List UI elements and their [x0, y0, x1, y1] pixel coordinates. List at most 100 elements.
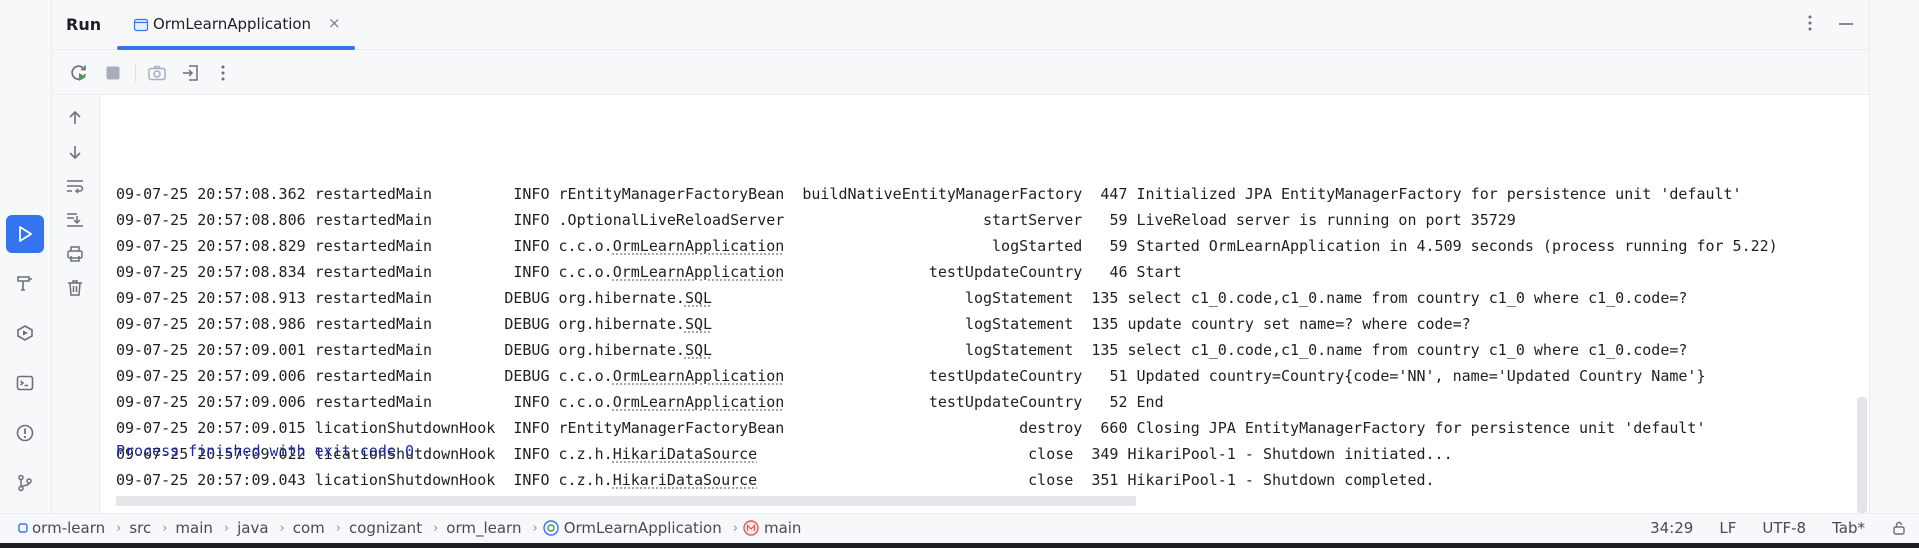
toolbar-divider	[135, 64, 136, 82]
log-line-number: 447	[1100, 185, 1128, 203]
log-logger: org.hibernate.	[558, 289, 685, 307]
log-thread: restartedMain	[314, 263, 433, 281]
breadcrumb-separator: ›	[223, 520, 230, 536]
breadcrumb-item[interactable]: OrmLearnApplication	[564, 519, 722, 537]
breadcrumb-item[interactable]: main	[175, 519, 212, 537]
log-logger-class-link[interactable]: HikariDataSource	[613, 445, 758, 463]
log-logger: c.c.o.	[558, 263, 613, 281]
print-button[interactable]	[64, 243, 86, 265]
log-method: testUpdateCountry	[928, 393, 1083, 411]
soft-wrap-button[interactable]	[64, 175, 86, 197]
log-logger-class-link[interactable]: OrmLearnApplication	[613, 263, 785, 281]
log-line-number: 46	[1109, 263, 1128, 281]
minimize-icon[interactable]	[1835, 12, 1857, 34]
scroll-down-button[interactable]	[64, 141, 86, 163]
exit-message: Process finished with exit code 0	[116, 442, 415, 460]
status-bar: orm-learn › src › main › java › com › cognizant › or…	[0, 513, 1919, 543]
services-tool-button[interactable]	[6, 314, 44, 352]
breadcrumb-item[interactable]: main	[764, 519, 801, 537]
log-row: 09-07-25 20:57:08.829 restartedMain INFO…	[116, 233, 1778, 259]
breadcrumb-separator: ›	[433, 520, 439, 536]
camera-icon	[148, 65, 166, 81]
trash-icon	[68, 280, 82, 296]
arrow-up-icon	[69, 110, 81, 124]
log-level: INFO	[513, 185, 550, 203]
log-level: INFO	[513, 211, 550, 229]
rerun-icon	[71, 65, 86, 81]
log-message: update country set name=? where code=?	[1127, 315, 1471, 333]
run-toolbar	[52, 50, 1869, 95]
build-tool-button[interactable]	[6, 264, 44, 302]
tab-orm-learn-application[interactable]: OrmLearnApplication ×	[117, 0, 355, 50]
breadcrumb-item[interactable]: orm-learn	[32, 519, 105, 537]
log-line-number: 59	[1109, 211, 1128, 229]
log-line-number: 349	[1091, 445, 1119, 463]
log-method: close	[1028, 471, 1074, 489]
close-icon[interactable]: ×	[328, 14, 341, 32]
log-logger-class-link[interactable]: SQL	[685, 315, 712, 333]
indent-setting[interactable]: Tab*	[1832, 519, 1865, 537]
log-message: LiveReload server is running on port 357…	[1136, 211, 1516, 229]
log-level: INFO	[513, 419, 550, 437]
vertical-scrollbar-thumb[interactable]	[1857, 397, 1867, 513]
rerun-button[interactable]	[68, 62, 90, 84]
log-thread: restartedMain	[314, 393, 433, 411]
method-icon	[743, 520, 759, 536]
right-tool-strip	[1869, 0, 1919, 513]
log-logger-class-link[interactable]: SQL	[685, 341, 712, 359]
exit-button[interactable]	[180, 62, 202, 84]
git-tool-button[interactable]	[6, 464, 44, 502]
log-date: 09-07-25 20:57:09.043	[116, 471, 306, 489]
log-row: 09-07-25 20:57:08.806 restartedMain INFO…	[116, 207, 1778, 233]
scroll-up-button[interactable]	[64, 107, 86, 129]
readonly-lock-icon[interactable]	[1891, 520, 1907, 536]
log-logger-class-link[interactable]: OrmLearnApplication	[613, 393, 785, 411]
log-method: buildNativeEntityManagerFactory	[802, 185, 1083, 203]
breadcrumb-item[interactable]: orm_learn	[446, 519, 521, 537]
log-method: destroy	[1019, 419, 1083, 437]
vertical-scrollbar[interactable]	[1855, 95, 1869, 513]
clear-console-button[interactable]	[64, 277, 86, 299]
tab-label: OrmLearnApplication	[153, 15, 312, 33]
application-icon	[133, 18, 149, 32]
file-encoding[interactable]: UTF-8	[1762, 519, 1806, 537]
log-level: DEBUG	[504, 341, 550, 359]
terminal-icon	[16, 375, 34, 391]
breadcrumb-item[interactable]: java	[237, 519, 268, 537]
scroll-to-end-button[interactable]	[64, 209, 86, 231]
more-options-icon[interactable]	[1799, 12, 1821, 34]
status-widgets: 34:29 LF UTF-8 Tab*	[1650, 519, 1907, 537]
breadcrumb-item[interactable]: src	[129, 519, 151, 537]
log-level: DEBUG	[504, 367, 550, 385]
log-method: testUpdateCountry	[928, 367, 1083, 385]
log-level: INFO	[513, 237, 550, 255]
log-method: logStatement	[964, 341, 1074, 359]
log-logger-class-link[interactable]: OrmLearnApplication	[613, 367, 785, 385]
log-message: End	[1136, 393, 1164, 411]
log-thread: restartedMain	[314, 315, 433, 333]
stop-button[interactable]	[102, 62, 124, 84]
toolbar-more-button[interactable]	[212, 62, 234, 84]
horizontal-scrollbar[interactable]	[116, 496, 1136, 506]
log-date: 09-07-25 20:57:08.913	[116, 289, 306, 307]
breadcrumb-item[interactable]: cognizant	[349, 519, 422, 537]
screenshot-button[interactable]	[146, 62, 168, 84]
more-icon	[221, 65, 225, 81]
log-date: 09-07-25 20:57:08.806	[116, 211, 306, 229]
log-level: DEBUG	[504, 315, 550, 333]
log-logger-class-link[interactable]: SQL	[685, 289, 712, 307]
console-output[interactable]: 09-07-25 20:57:08.362 restartedMain INFO…	[101, 95, 1869, 513]
stop-icon	[106, 66, 120, 80]
log-line-number: 52	[1109, 393, 1128, 411]
log-logger-class-link[interactable]: HikariDataSource	[613, 471, 758, 489]
breadcrumb-item[interactable]: com	[293, 519, 325, 537]
log-method: logStarted	[992, 237, 1083, 255]
log-logger-class-link[interactable]: OrmLearnApplication	[613, 237, 785, 255]
soft-wrap-icon	[67, 180, 84, 194]
log-level: INFO	[513, 471, 550, 489]
line-ending[interactable]: LF	[1719, 519, 1736, 537]
caret-position[interactable]: 34:29	[1650, 519, 1693, 537]
problems-tool-button[interactable]	[6, 414, 44, 452]
run-tool-button[interactable]	[6, 215, 44, 253]
terminal-tool-button[interactable]	[6, 364, 44, 402]
